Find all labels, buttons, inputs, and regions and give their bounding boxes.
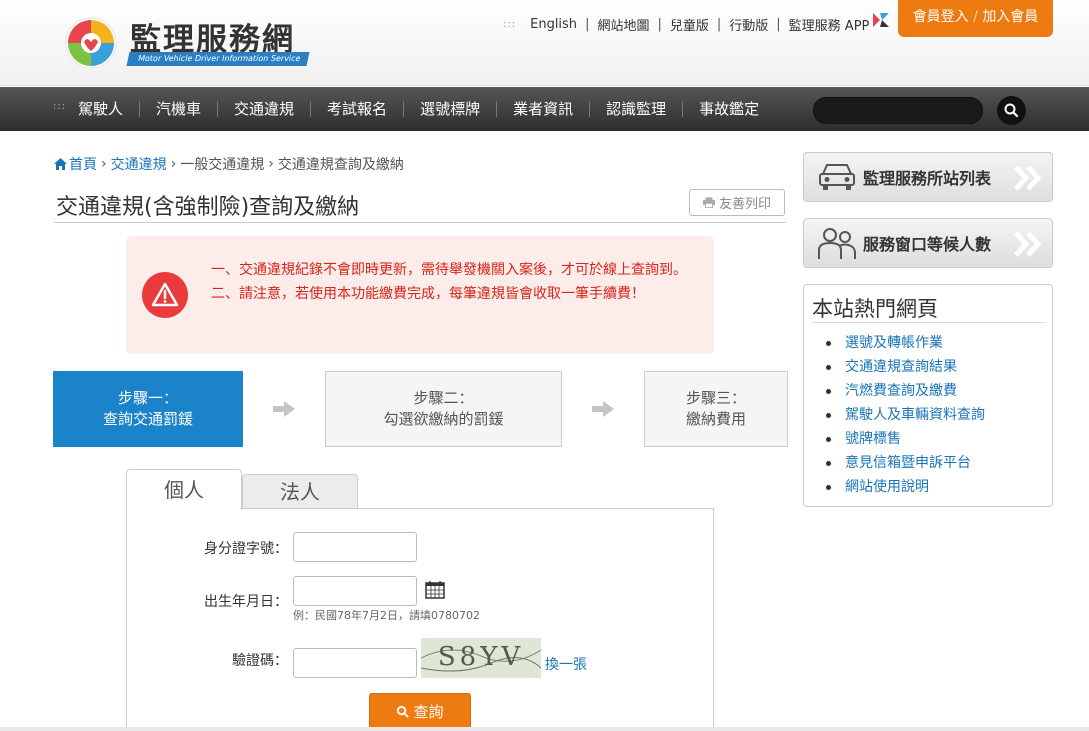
queue-status-label: 服務窗口等候人數 <box>863 235 992 254</box>
query-button[interactable]: 查詢 <box>369 693 471 729</box>
step-2: 步驟二： 勾選欲繳納的罰鍰 <box>325 371 562 447</box>
list-item[interactable]: 汽燃費查詢及繳費 <box>826 379 985 403</box>
tab-individual[interactable]: 個人 <box>126 469 242 510</box>
queue-status-button[interactable]: 服務窗口等候人數 <box>803 218 1053 268</box>
warning-icon <box>142 272 188 318</box>
print-label: 友善列印 <box>718 197 771 212</box>
top-links: ::: English | 網站地圖 | 兒童版 | 行動版 | 監理服務 AP… <box>503 15 870 34</box>
double-chevron-right-icon <box>1014 231 1042 257</box>
list-item[interactable]: 交通違規查詢結果 <box>826 355 985 379</box>
birthdate-hint: 例：民國78年7月2日，請填0780702 <box>293 609 480 622</box>
search-icon <box>1004 103 1019 118</box>
nav-item-plates[interactable]: 選號標牌 <box>404 101 498 117</box>
breadcrumb-current: 交通違規查詢及繳納 <box>277 157 404 173</box>
notice-alert: 一、交通違規紀錄不會即時更新，需待舉發機關入案後，才可於線上查詢到。 二、請注意… <box>126 236 714 354</box>
people-icon <box>818 228 856 259</box>
breadcrumb: 首頁 › 交通違規 › 一般交通違規 › 交通違規查詢及繳納 <box>54 154 404 174</box>
login-link[interactable]: 會員登入 <box>913 9 969 25</box>
kids-version-link[interactable]: 兒童版 <box>670 15 709 34</box>
calendar-icon[interactable] <box>425 581 445 599</box>
print-button[interactable]: 友善列印 <box>689 189 785 216</box>
list-item[interactable]: 駕駛人及車輛資料查詢 <box>826 403 985 427</box>
alert-line-2: 二、請注意，若使用本功能繳費完成，每筆違規皆會收取一筆手續費！ <box>211 286 645 302</box>
double-chevron-right-icon <box>1014 165 1042 191</box>
list-item[interactable]: 選號及轉帳作業 <box>826 331 985 355</box>
list-item[interactable]: 意見信箱暨申訴平台 <box>826 451 985 475</box>
arrow-right-icon <box>592 401 614 417</box>
list-item[interactable]: 網站使用說明 <box>826 475 985 499</box>
nav-item-industry[interactable]: 業者資訊 <box>497 101 591 117</box>
tab-corporate[interactable]: 法人 <box>242 474 358 509</box>
search-button[interactable] <box>997 96 1026 125</box>
english-link[interactable]: English <box>530 17 577 32</box>
captcha-refresh-link[interactable]: 換一張 <box>545 654 587 674</box>
logo-mark-icon <box>65 17 117 69</box>
page-title: 交通違規(含強制險)查詢及繳納 <box>56 195 360 220</box>
captcha-label: 驗證碼： <box>232 653 288 669</box>
car-icon <box>819 164 855 190</box>
login-join-button[interactable]: 會員登入 / 加入會員 <box>898 0 1053 37</box>
mobile-version-link[interactable]: 行動版 <box>729 15 768 34</box>
captcha-text: S8YV <box>437 642 525 672</box>
app-logo-icon[interactable] <box>871 11 891 29</box>
captcha-input[interactable] <box>293 648 417 678</box>
title-divider <box>54 222 786 223</box>
breadcrumb-home[interactable]: 首頁 <box>69 154 97 174</box>
id-number-input[interactable] <box>293 532 417 562</box>
popular-pages-title: 本站熱門網頁 <box>812 297 938 321</box>
step-3-desc: 繳納費用 <box>685 410 746 428</box>
popular-pages-divider <box>812 322 1046 323</box>
accesskey-dots[interactable]: ::: <box>503 19 516 30</box>
nav-items: 駕駛人 汽機車 交通違規 考試報名 選號標牌 業者資訊 認識監理 事故鑑定 <box>62 87 775 131</box>
alert-text: 一、交通違規紀錄不會即時更新，需待舉發機關入案後，才可於線上查詢到。 二、請注意… <box>211 258 711 306</box>
nav-item-exam[interactable]: 考試報名 <box>311 101 405 117</box>
bottom-border <box>0 727 1089 731</box>
alert-line-1: 一、交通違規紀錄不會即時更新，需待舉發機關入案後，才可於線上查詢到。 <box>211 262 687 278</box>
step-3: 步驟三： 繳納費用 <box>644 371 788 447</box>
logo-subtitle: Motor Vehicle Driver Information Service <box>126 52 310 66</box>
query-label: 查詢 <box>413 702 444 721</box>
join-link[interactable]: 加入會員 <box>982 9 1038 25</box>
arrow-right-icon <box>273 401 295 417</box>
step-2-title: 步驟二： <box>413 389 474 407</box>
step-3-title: 步驟三： <box>685 389 746 407</box>
breadcrumb-general: 一般交通違規 <box>180 157 265 173</box>
nav-item-about[interactable]: 認識監理 <box>590 101 684 117</box>
nav-item-accident[interactable]: 事故鑑定 <box>683 101 775 117</box>
home-icon <box>54 158 67 170</box>
nav-item-vehicle[interactable]: 汽機車 <box>140 101 219 117</box>
office-list-button[interactable]: 監理服務所站列表 <box>803 152 1053 202</box>
app-link[interactable]: 監理服務 APP <box>789 15 870 34</box>
nav-item-violations[interactable]: 交通違規 <box>218 101 312 117</box>
step-1-desc: 查詢交通罰鍰 <box>102 410 193 428</box>
captcha-image: S8YV <box>421 638 541 678</box>
list-item[interactable]: 號牌標售 <box>826 427 985 451</box>
step-1: 步驟一： 查詢交通罰鍰 <box>53 371 243 447</box>
nav-item-driver[interactable]: 駕駛人 <box>62 101 141 117</box>
step-2-desc: 勾選欲繳納的罰鍰 <box>383 410 504 428</box>
site-header: 監理服務網 Motor Vehicle Driver Information S… <box>0 0 1089 86</box>
sitemap-link[interactable]: 網站地圖 <box>597 15 649 34</box>
id-label: 身分證字號： <box>204 541 288 557</box>
popular-pages-list: 選號及轉帳作業 交通違規查詢結果 汽燃費查詢及繳費 駕駛人及車輛資料查詢 號牌標… <box>826 331 985 499</box>
site-logo[interactable]: 監理服務網 Motor Vehicle Driver Information S… <box>64 14 314 72</box>
birth-label: 出生年月日： <box>204 594 288 610</box>
search-icon <box>397 705 410 718</box>
step-1-title: 步驟一： <box>117 389 178 407</box>
printer-icon <box>702 197 715 208</box>
office-list-label: 監理服務所站列表 <box>863 169 992 188</box>
search-input[interactable] <box>813 97 983 124</box>
birthdate-input[interactable] <box>293 576 417 606</box>
breadcrumb-violations[interactable]: 交通違規 <box>111 154 167 174</box>
main-nav: ::: 駕駛人 汽機車 交通違規 考試報名 選號標牌 業者資訊 認識監理 事故鑑… <box>0 87 1089 131</box>
popular-pages-box: 本站熱門網頁 選號及轉帳作業 交通違規查詢結果 汽燃費查詢及繳費 駕駛人及車輛資… <box>803 284 1053 507</box>
